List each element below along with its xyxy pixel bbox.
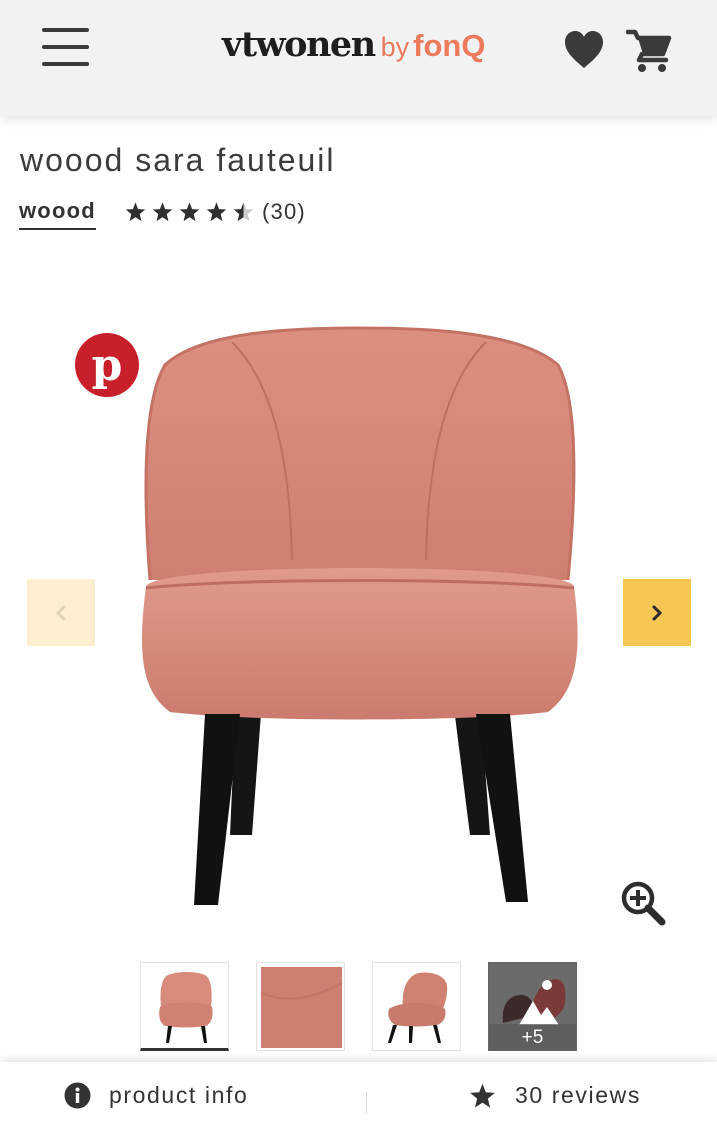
star-icon (152, 202, 173, 222)
star-icon (179, 202, 200, 222)
tab-divider (366, 1092, 367, 1114)
heart-icon[interactable] (563, 30, 605, 70)
star-icon (125, 202, 146, 222)
bottom-tab-bar: product info 30 reviews (0, 1062, 717, 1129)
half-star-icon (233, 202, 254, 222)
chevron-left-icon (55, 605, 66, 620)
rating[interactable]: (30) (124, 199, 306, 225)
thumbnail-chair-side[interactable] (372, 962, 461, 1051)
info-icon (64, 1082, 91, 1109)
logo-by: by (380, 32, 410, 62)
site-logo[interactable]: vtwonen by fonQ (222, 24, 485, 74)
product-title: woood sara fauteuil (20, 142, 336, 178)
thumbnail-chair-front[interactable] (140, 962, 229, 1051)
brand-link[interactable]: woood (19, 198, 96, 230)
pinterest-icon[interactable]: p (75, 333, 139, 397)
zoom-in-icon[interactable] (620, 880, 666, 926)
thumbnail-more[interactable]: +5 (488, 962, 577, 1051)
logo-brand: vtwonen (222, 24, 376, 65)
menu-icon[interactable] (40, 28, 92, 68)
logo-partner: fonQ (413, 28, 486, 63)
gallery-prev-button[interactable] (27, 579, 95, 646)
svg-text:p: p (92, 340, 123, 391)
more-images-count: +5 (489, 1024, 576, 1050)
top-header: vtwonen by fonQ (0, 0, 717, 116)
review-count: (30) (262, 199, 306, 224)
product-info-label: product info (109, 1082, 249, 1108)
tab-reviews[interactable]: 30 reviews (468, 1062, 641, 1129)
thumbnail-strip: +5 (140, 962, 580, 1052)
thumbnail-fabric[interactable] (256, 962, 345, 1051)
chevron-right-icon (652, 605, 663, 620)
tab-product-info[interactable]: product info (64, 1062, 248, 1129)
gallery-next-button[interactable] (623, 579, 691, 646)
reviews-label: 30 reviews (515, 1082, 641, 1108)
star-icon (206, 202, 227, 222)
cart-icon[interactable] (625, 26, 673, 74)
star-icon (470, 1083, 495, 1108)
